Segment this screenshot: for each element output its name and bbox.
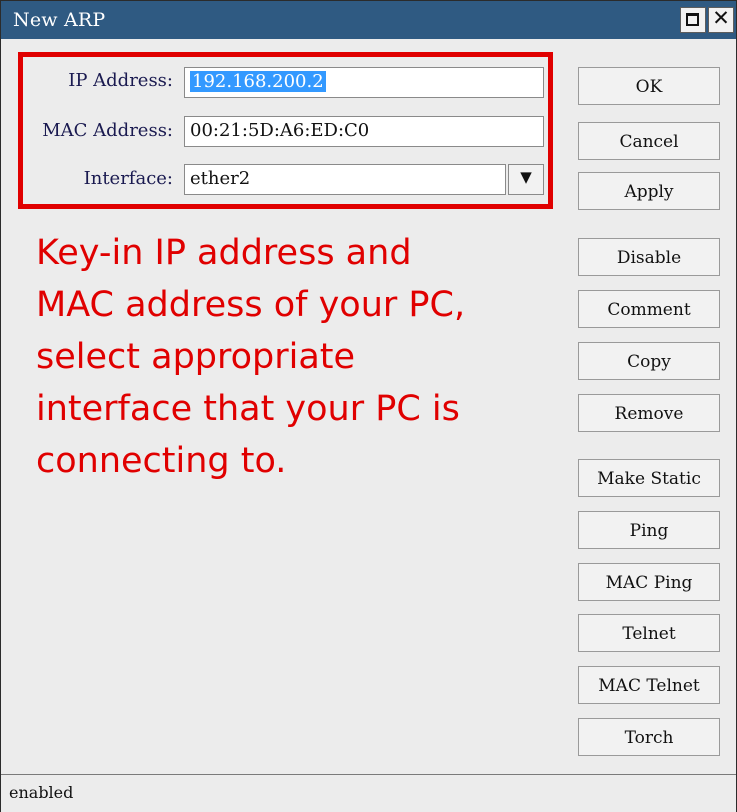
remove-button[interactable]: Remove xyxy=(578,394,720,432)
apply-button[interactable]: Apply xyxy=(578,172,720,210)
instruction-annotation: Key-in IP address and MAC address of you… xyxy=(36,227,556,487)
status-text: enabled xyxy=(9,783,74,802)
disable-button[interactable]: Disable xyxy=(578,238,720,276)
annotation-line: Key-in IP address and xyxy=(36,233,412,273)
status-bar: enabled xyxy=(1,774,736,812)
mac-ping-button[interactable]: MAC Ping xyxy=(578,563,720,601)
torch-button[interactable]: Torch xyxy=(578,718,720,756)
maximize-button[interactable] xyxy=(680,7,706,33)
close-button[interactable]: ✕ xyxy=(708,6,734,33)
title-bar[interactable]: New ARP ✕ xyxy=(1,1,736,39)
annotation-line: interface that your PC is xyxy=(36,389,460,429)
dropdown-arrow-icon: ▼ xyxy=(520,168,532,186)
interface-label: Interface: xyxy=(83,168,173,189)
telnet-button[interactable]: Telnet xyxy=(578,614,720,652)
annotation-line: select appropriate xyxy=(36,337,356,377)
mac-address-field[interactable]: 00:21:5D:A6:ED:C0 xyxy=(184,116,544,147)
copy-button[interactable]: Copy xyxy=(578,342,720,380)
ping-button[interactable]: Ping xyxy=(578,511,720,549)
make-static-button[interactable]: Make Static xyxy=(578,459,720,497)
annotation-line: MAC address of your PC, xyxy=(36,285,466,325)
ip-address-label: IP Address: xyxy=(68,70,173,91)
close-icon: ✕ xyxy=(712,6,730,30)
window-title: New ARP xyxy=(13,9,106,31)
interface-value: ether2 xyxy=(190,168,251,189)
new-arp-window: New ARP ✕ IP Address: 192.168.200.2 MAC … xyxy=(0,0,737,812)
ok-button[interactable]: OK xyxy=(578,67,720,105)
mac-address-value: 00:21:5D:A6:ED:C0 xyxy=(190,120,370,141)
mac-address-label: MAC Address: xyxy=(42,120,173,141)
interface-select[interactable]: ether2 xyxy=(184,164,506,195)
comment-button[interactable]: Comment xyxy=(578,290,720,328)
mac-telnet-button[interactable]: MAC Telnet xyxy=(578,666,720,704)
maximize-icon xyxy=(686,13,699,26)
cancel-button[interactable]: Cancel xyxy=(578,122,720,160)
ip-address-field[interactable]: 192.168.200.2 xyxy=(184,67,544,98)
ip-address-value: 192.168.200.2 xyxy=(190,71,326,92)
annotation-line: connecting to. xyxy=(36,441,287,481)
interface-dropdown-button[interactable]: ▼ xyxy=(508,164,544,195)
